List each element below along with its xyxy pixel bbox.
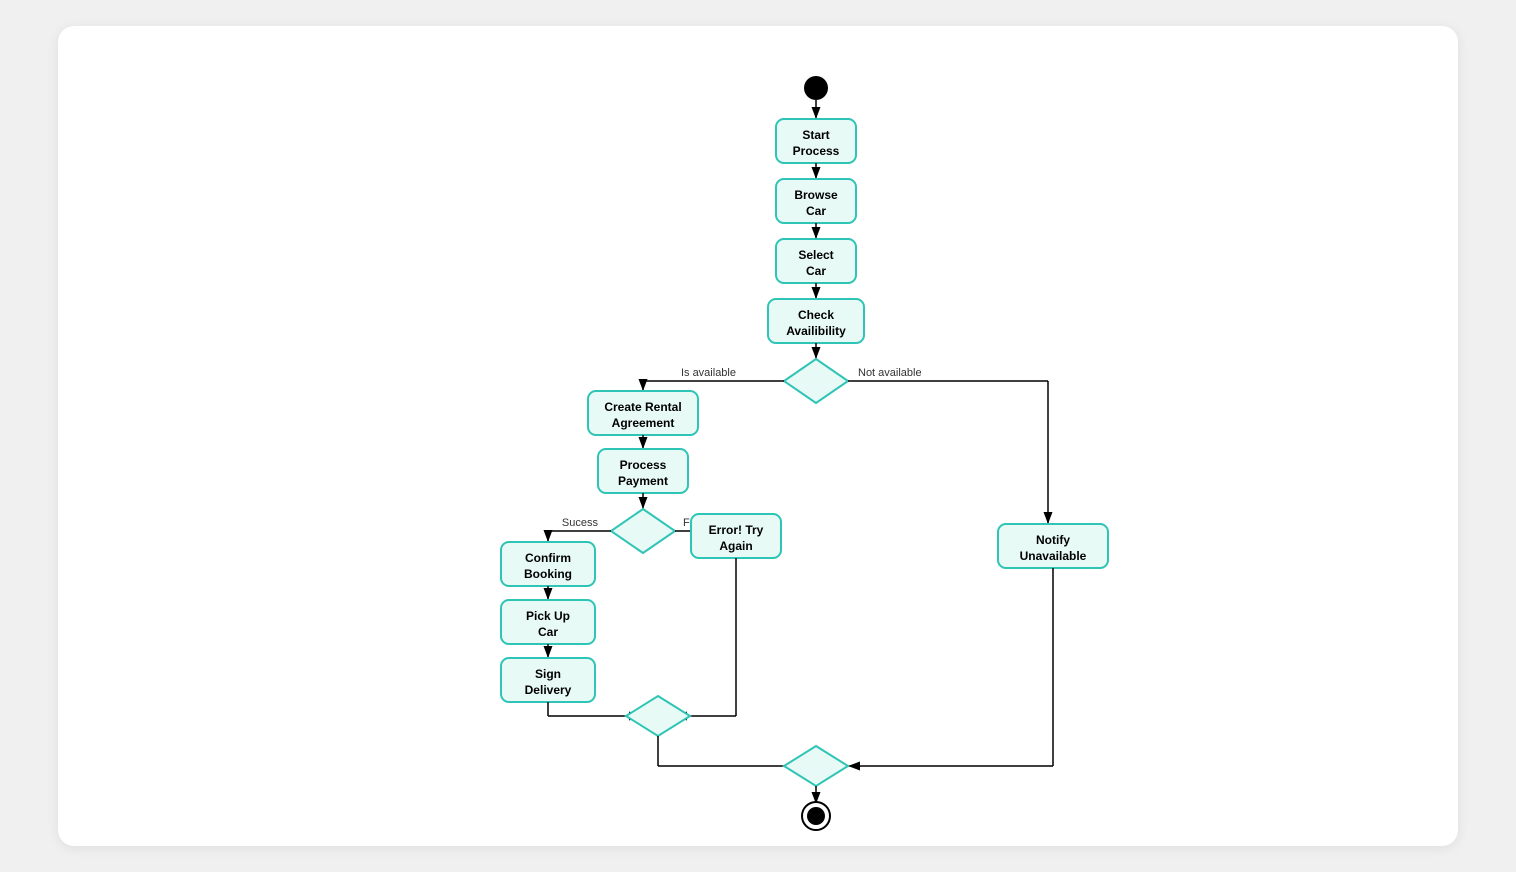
check-availability-label: Check <box>798 308 834 322</box>
notify-unavailable-label: Notify <box>1036 533 1070 547</box>
process-payment-label: Process <box>620 458 667 472</box>
not-available-label: Not available <box>858 367 922 379</box>
browse-car-label: Browse <box>794 188 838 202</box>
error-try-again-label2: Again <box>719 539 752 553</box>
sign-delivery-label2: Delivery <box>525 683 572 697</box>
select-car-label2: Car <box>806 264 826 278</box>
pick-up-car-label: Pick Up <box>526 609 570 623</box>
is-available-label: Is available <box>681 367 736 379</box>
notify-unavailable-label2: Unavailable <box>1020 549 1087 563</box>
start-process-label: Start <box>802 128 829 142</box>
process-payment-label2: Payment <box>618 474 668 488</box>
start-dot <box>804 76 828 100</box>
browse-car-label2: Car <box>806 204 826 218</box>
success-label: Sucess <box>562 517 599 529</box>
create-rental-label2: Agreement <box>612 416 675 430</box>
create-rental-label: Create Rental <box>604 400 681 414</box>
confirm-booking-label: Confirm <box>525 551 571 565</box>
diagram-canvas: Start Process Browse Car Select Car Chec… <box>58 26 1458 846</box>
select-car-label: Select <box>798 248 833 262</box>
payment-diamond <box>611 509 675 553</box>
merge-diamond <box>626 696 690 736</box>
end-dot-inner <box>807 807 825 825</box>
confirm-booking-label2: Booking <box>524 567 572 581</box>
pick-up-car-label2: Car <box>538 625 558 639</box>
end-diamond <box>784 746 848 786</box>
flowchart-svg: Start Process Browse Car Select Car Chec… <box>58 26 1458 846</box>
sign-delivery-label: Sign <box>535 667 561 681</box>
start-process-label2: Process <box>793 144 840 158</box>
error-try-again-label: Error! Try <box>709 523 764 537</box>
availability-diamond <box>784 359 848 403</box>
check-availability-label2: Availibility <box>786 324 846 338</box>
